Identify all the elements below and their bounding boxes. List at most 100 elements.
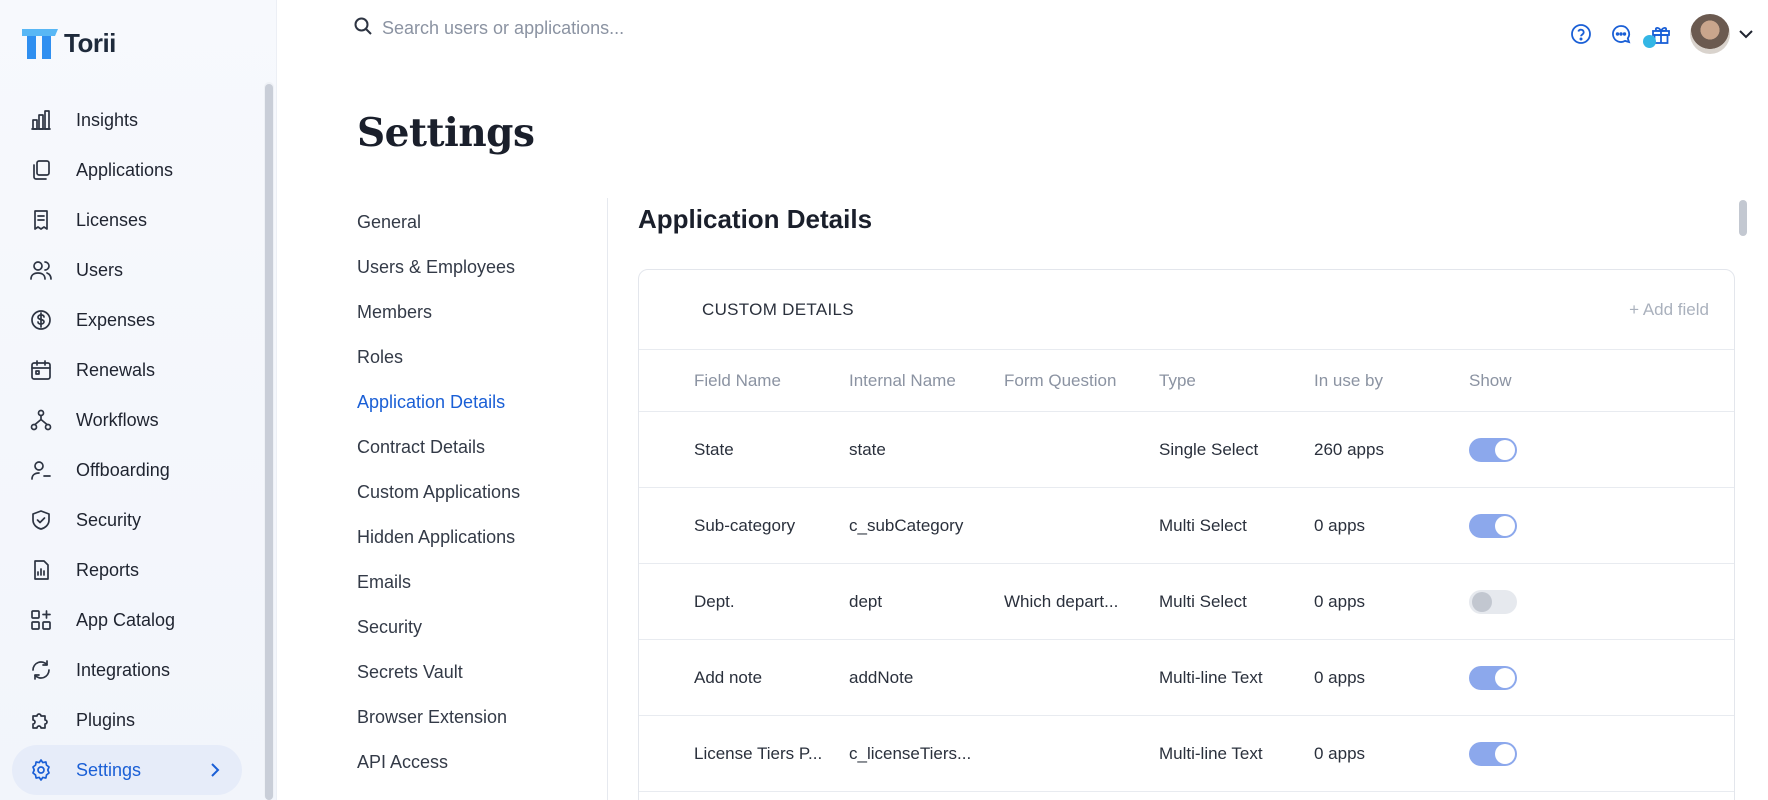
cell-field-name: Add note [694, 667, 763, 687]
toggle-knob [1495, 439, 1515, 460]
sidebar-item-renewals[interactable]: Renewals [12, 345, 242, 395]
section-title: Application Details [638, 204, 873, 234]
show-toggle[interactable] [1469, 741, 1517, 766]
cell-type: Multi-line Text [1159, 667, 1263, 687]
sidebar-item-label: Plugins [76, 709, 136, 730]
toggle-knob [1495, 667, 1515, 688]
cell-internal-name: addNote [849, 667, 914, 687]
sidebar-item-insights[interactable]: Insights [12, 95, 242, 145]
table-header: Field Name Internal Name Form Question Type… [639, 350, 1734, 412]
gift-icon[interactable] [1643, 21, 1674, 48]
cell-in-use-by: 0 apps [1314, 743, 1366, 763]
show-toggle[interactable] [1469, 589, 1517, 614]
cell-show [1469, 741, 1624, 766]
help-icon[interactable] [1568, 21, 1594, 47]
subnav-item-secrets-vault[interactable]: Secrets Vault [357, 650, 597, 695]
cell-type: Multi-line Text [1159, 743, 1263, 763]
torii-logo[interactable]: Torii [22, 28, 116, 59]
sidebar-item-users[interactable]: Users [12, 245, 242, 295]
chat-icon[interactable] [1608, 21, 1634, 47]
avatar[interactable] [1690, 14, 1730, 54]
show-toggle[interactable] [1469, 437, 1517, 462]
search-bar[interactable] [354, 16, 1054, 40]
sidebar-item-integrations[interactable]: Integrations [12, 645, 242, 695]
column-header-show[interactable]: Show [1469, 371, 1624, 391]
table-row[interactable]: Sub-category c_subCategory Multi Select 0 a… [639, 488, 1734, 564]
sidebar-item-expenses[interactable]: Expenses [12, 295, 242, 345]
report-icon [28, 557, 54, 583]
sidebar-item-reports[interactable]: Reports [12, 545, 242, 595]
notification-dot [1643, 35, 1656, 48]
column-header-internal-name[interactable]: Internal Name [849, 371, 1004, 391]
sidebar-item-workflows[interactable]: Workflows [12, 395, 242, 445]
column-header-field-name[interactable]: Field Name [694, 371, 849, 391]
sidebar: Torii Insights Applications Licenses Users E… [0, 0, 277, 800]
cell-field-name: Sub-category [694, 515, 796, 535]
subnav-item-application-details[interactable]: Application Details [357, 380, 597, 425]
sidebar-item-label: Applications [76, 159, 174, 180]
chevron-down-icon[interactable] [1738, 29, 1754, 39]
subnav-item-roles[interactable]: Roles [357, 335, 597, 380]
cell-in-use-by: 260 apps [1314, 439, 1384, 459]
sidebar-item-applications[interactable]: Applications [12, 145, 242, 195]
column-header-type[interactable]: Type [1159, 371, 1314, 391]
subnav-item-hidden-applications[interactable]: Hidden Applications [357, 515, 597, 560]
cell-internal-name: c_subCategory [849, 515, 964, 535]
add-field-button[interactable]: + Add field [1629, 300, 1709, 320]
page-title: Settings [357, 110, 535, 156]
settings-subnav: General Users & Employees Members Roles Appl… [357, 200, 597, 785]
sidebar-item-security[interactable]: Security [12, 495, 242, 545]
content-scrollbar-thumb[interactable] [1739, 200, 1747, 236]
cell-type: Multi Select [1159, 591, 1247, 611]
subnav-item-emails[interactable]: Emails [357, 560, 597, 605]
subnav-item-contract-details[interactable]: Contract Details [357, 425, 597, 470]
subnav-item-api-access[interactable]: API Access [357, 740, 597, 785]
sidebar-item-licenses[interactable]: Licenses [12, 195, 242, 245]
table-row[interactable]: Add note addNote Multi-line Text 0 apps [639, 640, 1734, 716]
card-header: CUSTOM DETAILS + Add field [639, 270, 1734, 350]
show-toggle[interactable] [1469, 665, 1517, 690]
toggle-knob [1495, 743, 1515, 764]
subnav-item-users-employees[interactable]: Users & Employees [357, 245, 597, 290]
subnav-divider [607, 198, 608, 800]
dollar-icon [28, 307, 54, 333]
subnav-item-security[interactable]: Security [357, 605, 597, 650]
cell-field-name: Dept. [694, 591, 735, 611]
toggle-knob [1472, 591, 1492, 612]
cell-show [1469, 665, 1624, 690]
chevron-right-icon [210, 762, 220, 778]
sidebar-item-settings[interactable]: Settings [12, 745, 242, 795]
sidebar-item-label: Insights [76, 109, 139, 130]
sidebar-item-label: Users [76, 259, 124, 280]
sidebar-item-label: Settings [76, 759, 142, 780]
sidebar-item-app-catalog[interactable]: App Catalog [12, 595, 242, 645]
sidebar-item-label: Reports [76, 559, 140, 580]
show-toggle[interactable] [1469, 513, 1517, 538]
cell-internal-name: c_licenseTiers... [849, 743, 972, 763]
shield-icon [28, 507, 54, 533]
sidebar-item-label: Workflows [76, 409, 159, 430]
sidebar-item-plugins[interactable]: Plugins [12, 695, 242, 745]
sidebar-item-label: App Catalog [76, 609, 176, 630]
sidebar-item-label: Security [76, 509, 142, 530]
cell-field-name: State [694, 439, 734, 459]
table-row[interactable]: Dept. dept Which depart... Multi Select 0 ap… [639, 564, 1734, 640]
cell-show [1469, 589, 1624, 614]
search-input[interactable] [382, 17, 1022, 39]
column-header-in-use-by[interactable]: In use by [1314, 371, 1469, 391]
cell-show [1469, 513, 1624, 538]
subnav-item-browser-extension[interactable]: Browser Extension [357, 695, 597, 740]
sidebar-item-offboarding[interactable]: Offboarding [12, 445, 242, 495]
app-root: Torii Insights Applications Licenses Users E… [0, 0, 1768, 800]
subnav-item-members[interactable]: Members [357, 290, 597, 335]
subnav-item-custom-applications[interactable]: Custom Applications [357, 470, 597, 515]
sidebar-item-label: Licenses [76, 209, 148, 230]
subnav-item-general[interactable]: General [357, 200, 597, 245]
table-row[interactable]: License Tiers P... c_licenseTiers... Multi… [639, 716, 1734, 792]
top-actions [1568, 14, 1754, 54]
table-row[interactable]: State state Single Select 260 apps [639, 412, 1734, 488]
bar-chart-icon [28, 107, 54, 133]
column-header-form-question[interactable]: Form Question [1004, 371, 1159, 391]
torii-logo-icon [22, 28, 60, 59]
sidebar-scrollbar-thumb[interactable] [265, 84, 273, 800]
